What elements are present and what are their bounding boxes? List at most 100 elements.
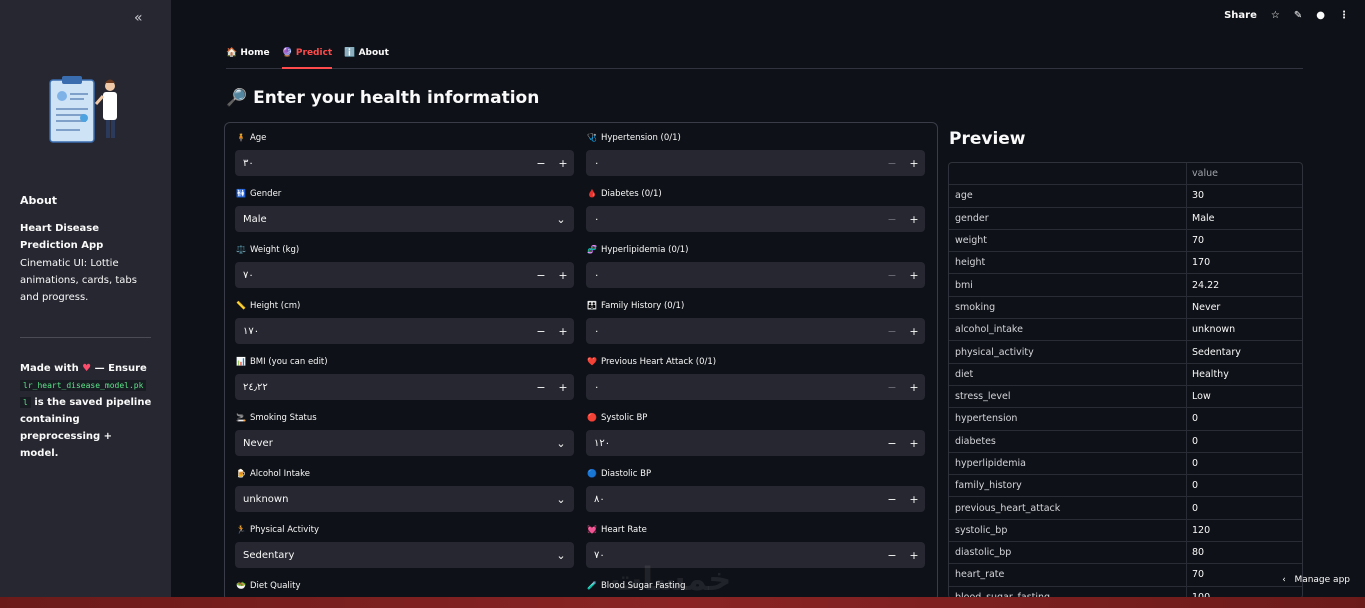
field-label-left-6: 🍺 Alcohol Intake xyxy=(236,469,310,479)
edit-icon[interactable]: ✎ xyxy=(1294,10,1302,21)
chevron-down-icon[interactable]: ⌄ xyxy=(548,549,574,562)
table-cell-key: diastolic_bp xyxy=(949,542,1187,564)
increment-button[interactable]: + xyxy=(903,437,925,450)
increment-button[interactable]: + xyxy=(903,493,925,506)
table-cell-value: 0 xyxy=(1192,435,1199,447)
table-cell-key: diet xyxy=(949,363,1187,385)
field-icon: 👪 xyxy=(587,301,597,310)
field-label-text: Age xyxy=(249,133,267,143)
field-label-right-6: 🔵 Diastolic BP xyxy=(587,469,651,479)
number-input[interactable]: ٧٠ − + xyxy=(235,262,574,288)
field-icon: 📏 xyxy=(236,301,246,310)
field-icon: 🧬 xyxy=(587,245,597,254)
table-cell-value: 0 xyxy=(1192,413,1199,425)
select-field[interactable]: unknown ⌄ xyxy=(235,486,574,512)
table-cell-key: age xyxy=(949,185,1187,207)
sidebar-about-heading: About xyxy=(20,194,58,207)
chevron-down-icon[interactable]: ⌄ xyxy=(548,493,574,506)
tab-predict-label: Predict xyxy=(295,48,333,58)
table-cell-key: stress_level xyxy=(949,385,1187,408)
increment-button[interactable]: + xyxy=(552,269,574,282)
field-value: ٢٤٫٢٢ xyxy=(243,381,268,393)
field-value: Never xyxy=(243,437,273,449)
made-with-suffix: — Ensure xyxy=(94,363,147,374)
table-cell-value: 170 xyxy=(1192,257,1211,269)
decrement-button[interactable]: − xyxy=(881,213,903,226)
number-input[interactable]: ١٢٠ − + xyxy=(586,430,925,456)
decrement-button[interactable]: − xyxy=(881,325,903,338)
increment-button[interactable]: + xyxy=(903,269,925,282)
tab-about-label: About xyxy=(358,48,389,58)
increment-button[interactable]: + xyxy=(903,549,925,562)
table-cell-value: 24.22 xyxy=(1192,279,1220,291)
number-input[interactable]: ٢٤٫٢٢ − + xyxy=(235,374,574,400)
field-icon: 🚻 xyxy=(236,189,246,198)
select-field[interactable]: Never ⌄ xyxy=(235,430,574,456)
chevron-down-icon[interactable]: ⌄ xyxy=(548,213,574,226)
table-row: age 30 xyxy=(949,185,1302,208)
field-value: ٣٠ xyxy=(243,157,254,169)
number-input[interactable]: ١٧٠ − + xyxy=(235,318,574,344)
increment-button[interactable]: + xyxy=(552,157,574,170)
table-cell-key: height xyxy=(949,252,1187,274)
increment-button[interactable]: + xyxy=(903,325,925,338)
field-value: ١٢٠ xyxy=(594,437,611,449)
tab-predict[interactable]: 🔮 Predict xyxy=(281,46,333,69)
decrement-button[interactable]: − xyxy=(530,381,552,394)
sidebar-app-name: Heart Disease Prediction App xyxy=(20,223,104,251)
decrement-button[interactable]: − xyxy=(881,493,903,506)
preview-table[interactable]: value age 30 gender Male weight 70 height 170 bm… xyxy=(948,162,1303,599)
manage-app-button[interactable]: ‹ Manage app xyxy=(1282,575,1350,585)
field-label-left-0: 🧍 Age xyxy=(236,133,266,143)
table-cell-key: gender xyxy=(949,207,1187,229)
decrement-button[interactable]: − xyxy=(881,549,903,562)
number-input[interactable]: ٠ − + xyxy=(586,374,925,400)
more-menu-icon[interactable]: ⋮ xyxy=(1339,10,1349,21)
github-icon[interactable]: ● xyxy=(1316,10,1325,21)
select-field[interactable]: Sedentary ⌄ xyxy=(235,542,574,568)
home-icon: 🏠 xyxy=(226,48,238,58)
decrement-button[interactable]: − xyxy=(530,157,552,170)
table-cell-value: Sedentary xyxy=(1192,346,1241,358)
number-input[interactable]: ٠ − + xyxy=(586,262,925,288)
field-icon: ⚖️ xyxy=(236,245,246,254)
select-field[interactable]: Male ⌄ xyxy=(235,206,574,232)
increment-button[interactable]: + xyxy=(903,213,925,226)
increment-button[interactable]: + xyxy=(552,325,574,338)
tab-home[interactable]: 🏠 Home xyxy=(226,46,270,69)
increment-button[interactable]: + xyxy=(903,157,925,170)
tab-about[interactable]: ℹ️ About xyxy=(344,46,389,69)
field-label-text: Heart Rate xyxy=(600,525,647,535)
increment-button[interactable]: + xyxy=(552,381,574,394)
table-row: systolic_bp 120 xyxy=(949,519,1302,543)
heart-icon: ♥ xyxy=(82,363,92,374)
number-input[interactable]: ٣٠ − + xyxy=(235,150,574,176)
field-label-left-7: 🏃 Physical Activity xyxy=(236,525,319,535)
table-cell-value: 0 xyxy=(1192,480,1199,492)
sidebar-made-with: Made with ♥ — Ensure lr_heart_disease_mo… xyxy=(20,360,152,462)
table-row: stress_level Low xyxy=(949,385,1302,409)
collapse-sidebar-icon[interactable]: « xyxy=(134,10,143,26)
decrement-button[interactable]: − xyxy=(881,157,903,170)
increment-button[interactable]: + xyxy=(903,381,925,394)
number-input[interactable]: ٠ − + xyxy=(586,150,925,176)
field-label-text: Hyperlipidemia (0/1) xyxy=(600,245,689,255)
table-cell-key: alcohol_intake xyxy=(949,319,1187,341)
field-value: ٧٠ xyxy=(594,549,605,561)
field-value: ٠ xyxy=(594,325,600,337)
number-input[interactable]: ٠ − + xyxy=(586,206,925,232)
decrement-button[interactable]: − xyxy=(881,269,903,282)
decrement-button[interactable]: − xyxy=(881,437,903,450)
chevron-down-icon[interactable]: ⌄ xyxy=(548,437,574,450)
field-icon: 🔵 xyxy=(587,469,597,478)
decrement-button[interactable]: − xyxy=(530,325,552,338)
number-input[interactable]: ٠ − + xyxy=(586,318,925,344)
field-label-text: Diastolic BP xyxy=(600,469,652,479)
share-button[interactable]: Share xyxy=(1224,10,1257,21)
decrement-button[interactable]: − xyxy=(530,269,552,282)
decrement-button[interactable]: − xyxy=(881,381,903,394)
table-cell-key: diabetes xyxy=(949,430,1187,452)
field-value: ٧٠ xyxy=(243,269,254,281)
star-icon[interactable]: ☆ xyxy=(1271,10,1280,21)
number-input[interactable]: ٨٠ − + xyxy=(586,486,925,512)
